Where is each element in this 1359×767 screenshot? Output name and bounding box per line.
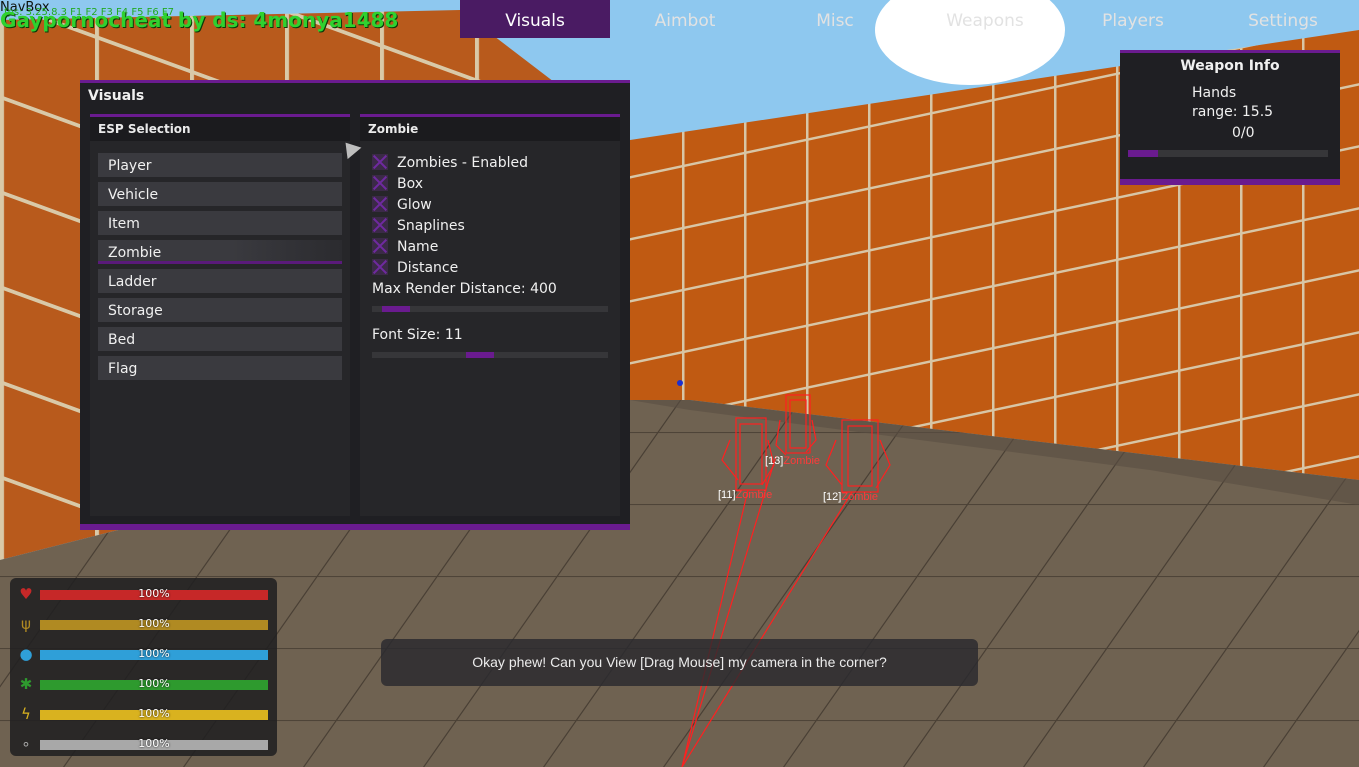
tab-aimbot[interactable]: Aimbot bbox=[610, 0, 760, 38]
crosshair-dot bbox=[677, 380, 683, 386]
checkbox-label: Box bbox=[397, 176, 424, 192]
zombie-esp-label: [13]Zombie bbox=[765, 455, 820, 467]
checkbox-icon[interactable] bbox=[372, 217, 388, 233]
checkbox-label: Glow bbox=[397, 197, 432, 213]
checkbox-label: Distance bbox=[397, 260, 459, 276]
stat-row: ✱ 100% bbox=[10, 675, 277, 693]
checkbox-icon[interactable] bbox=[372, 154, 388, 170]
zombie-esp-label: [11]Zombie bbox=[718, 489, 772, 501]
stat-percent: 100% bbox=[138, 707, 170, 720]
zombie-id: [13] bbox=[765, 455, 784, 467]
stat-row: ∘ 100% bbox=[10, 735, 277, 753]
checkbox-icon[interactable] bbox=[372, 238, 388, 254]
top-nav: Visuals Aimbot Misc Weapons Players Sett… bbox=[460, 0, 1359, 38]
esp-selection-column: ESP Selection Player Vehicle Item Zombie… bbox=[90, 114, 350, 516]
esp-item-bed[interactable]: Bed bbox=[98, 327, 342, 351]
heart-icon: ♥ bbox=[19, 585, 33, 603]
checkbox-label: Name bbox=[397, 239, 439, 255]
checkbox-icon[interactable] bbox=[372, 175, 388, 191]
stat-percent: 100% bbox=[138, 587, 170, 600]
weapon-ammo: 0/0 bbox=[1232, 125, 1255, 141]
dialog-text: Okay phew! Can you View [Drag Mouse] my … bbox=[472, 654, 887, 670]
stat-row: ϟ 100% bbox=[10, 705, 277, 723]
stat-row: ♥ 100% bbox=[10, 585, 277, 603]
ammo-bar bbox=[1128, 150, 1328, 157]
zombie-esp-label: [12]Zombie bbox=[823, 491, 878, 503]
esp-item-vehicle[interactable]: Vehicle bbox=[98, 182, 342, 206]
weapon-info-title: Weapon Info bbox=[1180, 58, 1280, 74]
player-stats: ♥ 100% ψ 100% ● 100% ✱ 100% ϟ 100% ∘ 100% bbox=[10, 578, 277, 756]
stat-percent: 100% bbox=[138, 647, 170, 660]
tutorial-dialog: Okay phew! Can you View [Drag Mouse] my … bbox=[381, 639, 978, 686]
checkbox-icon[interactable] bbox=[372, 259, 388, 275]
weapon-info-bottom bbox=[1120, 179, 1340, 185]
esp-selection-title: ESP Selection bbox=[98, 122, 191, 136]
checkbox-label: Snaplines bbox=[397, 218, 465, 234]
esp-item-zombie[interactable]: Zombie bbox=[98, 240, 342, 264]
slider-fill bbox=[466, 352, 495, 358]
esp-item-ladder[interactable]: Ladder bbox=[98, 269, 342, 293]
esp-item-item[interactable]: Item bbox=[98, 211, 342, 235]
stat-percent: 100% bbox=[138, 617, 170, 630]
panel-accent-bar bbox=[80, 80, 630, 83]
zombie-name: Zombie bbox=[783, 455, 821, 467]
ammo-bar-fill bbox=[1128, 150, 1158, 157]
zombie-id: [12] bbox=[823, 491, 842, 503]
zombie-id: [11] bbox=[718, 489, 736, 501]
tab-settings[interactable]: Settings bbox=[1208, 0, 1358, 38]
panel-title: Visuals bbox=[88, 88, 145, 104]
stat-row: ● 100% bbox=[10, 645, 277, 663]
panel-bottom-bar bbox=[80, 524, 630, 530]
weapon-name: Hands bbox=[1192, 85, 1237, 101]
oxygen-icon: ∘ bbox=[21, 735, 31, 753]
stat-row: ψ 100% bbox=[10, 615, 277, 633]
checkbox-icon[interactable] bbox=[372, 196, 388, 212]
weapon-info-panel: Weapon Info Hands range: 15.5 0/0 bbox=[1120, 50, 1340, 185]
tab-visuals[interactable]: Visuals bbox=[460, 0, 610, 38]
tab-misc[interactable]: Misc bbox=[760, 0, 910, 38]
esp-item-storage[interactable]: Storage bbox=[98, 298, 342, 322]
checkbox-label: Zombies - Enabled bbox=[397, 155, 529, 171]
water-drop-icon: ● bbox=[19, 645, 33, 663]
cheat-title: Gaypornocheat by ds: 4monya1488 bbox=[0, 8, 399, 32]
max-render-distance-slider[interactable] bbox=[372, 306, 608, 312]
zombie-name: Zombie bbox=[841, 491, 879, 503]
esp-selection-header: ESP Selection bbox=[90, 114, 350, 141]
stamina-icon: ϟ bbox=[21, 705, 31, 723]
weapon-info-accent bbox=[1120, 50, 1340, 53]
zombie-settings-column: Zombie Zombies - Enabled Box Glow Snapli… bbox=[360, 114, 620, 516]
tab-players[interactable]: Players bbox=[1058, 0, 1208, 38]
zombie-settings-header: Zombie bbox=[360, 114, 620, 141]
zombie-settings-title: Zombie bbox=[368, 122, 419, 136]
tab-weapons[interactable]: Weapons bbox=[910, 0, 1060, 38]
virus-icon: ✱ bbox=[19, 675, 33, 693]
max-render-distance-label: Max Render Distance: 400 bbox=[372, 281, 557, 297]
slider-fill bbox=[381, 306, 410, 312]
font-size-slider[interactable] bbox=[372, 352, 608, 358]
weapon-range: range: 15.5 bbox=[1192, 104, 1274, 120]
esp-item-flag[interactable]: Flag bbox=[98, 356, 342, 380]
font-size-label: Font Size: 11 bbox=[372, 327, 463, 343]
zombie-name: Zombie bbox=[735, 489, 773, 501]
stat-percent: 100% bbox=[138, 737, 170, 750]
esp-item-player[interactable]: Player bbox=[98, 153, 342, 177]
food-icon: ψ bbox=[21, 615, 31, 633]
stat-percent: 100% bbox=[138, 677, 170, 690]
